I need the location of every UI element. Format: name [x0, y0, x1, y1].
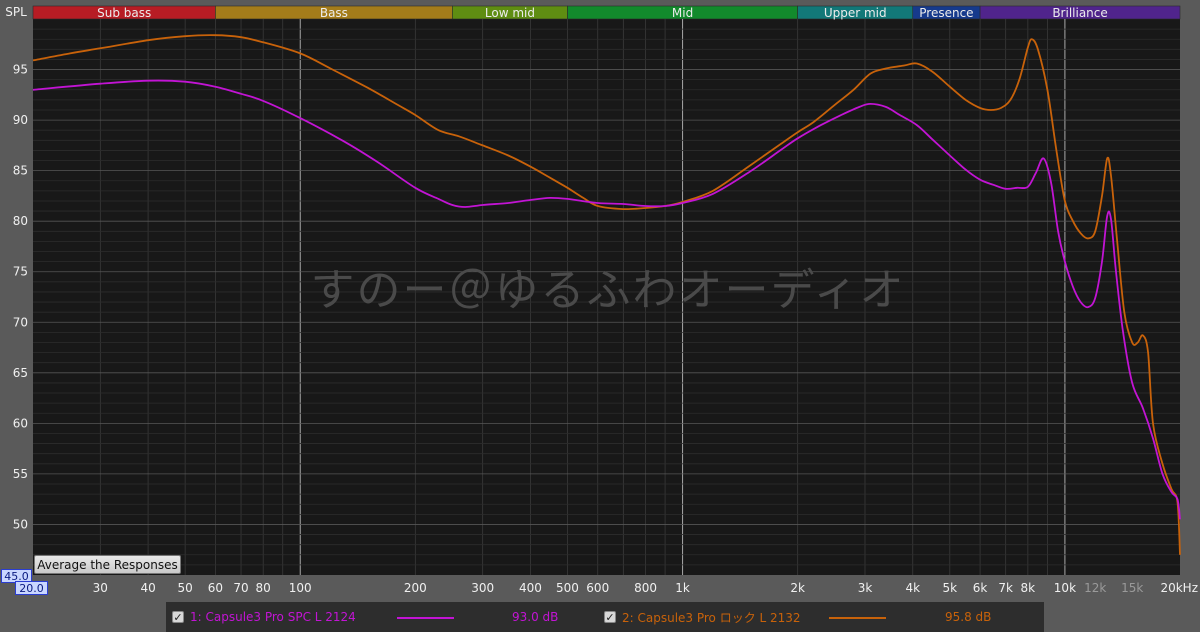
x-tick-2000: 2k — [790, 581, 805, 595]
watermark: すのー＠ゆるふわオーディオ — [311, 265, 906, 316]
x-min-box[interactable]: 20.0 — [15, 581, 48, 595]
average-responses-button[interactable]: Average the Responses — [34, 555, 181, 574]
series-1-line-swatch — [397, 617, 454, 619]
y-tick-65: 65 — [13, 366, 28, 380]
series-1-name: 1: Capsule3 Pro SPC L 2124 — [190, 610, 356, 624]
band-label-0: Sub bass — [97, 6, 151, 20]
y-tick-50: 50 — [13, 517, 28, 531]
y-tick-90: 90 — [13, 113, 28, 127]
x-tick-20000: 20kHz — [1160, 581, 1198, 595]
y-axis-label: SPL — [5, 5, 27, 19]
x-tick-30: 30 — [93, 581, 108, 595]
series-1-level: 93.0 dB — [512, 610, 559, 624]
x-tick-50: 50 — [178, 581, 193, 595]
x-tick-400: 400 — [519, 581, 542, 595]
y-tick-70: 70 — [13, 315, 28, 329]
y-tick-60: 60 — [13, 416, 28, 430]
y-tick-85: 85 — [13, 164, 28, 178]
x-tick-15000: 15k — [1121, 581, 1143, 595]
x-tick-300: 300 — [471, 581, 494, 595]
series-2-checkbox[interactable]: ✓ — [604, 611, 616, 624]
x-tick-40: 40 — [140, 581, 155, 595]
x-tick-3000: 3k — [858, 581, 873, 595]
x-axis-ticks: 30 40 50 60 70 80 100 200 300 400 500 600 800 1k 2k 3k 4… — [93, 581, 1198, 595]
y-tick-55: 55 — [13, 467, 28, 481]
band-label-2: Low mid — [485, 6, 535, 20]
legend-item-2[interactable]: ✓ 2: Capsule3 Pro ロック L 2132 — [604, 602, 801, 632]
x-tick-600: 600 — [586, 581, 609, 595]
frequency-response-chart: Sub bass Bass Low mid Mid Upper mid Presence B… — [0, 0, 1200, 632]
series-1-checkbox[interactable]: ✓ — [172, 611, 184, 624]
x-tick-12000: 12k — [1084, 581, 1106, 595]
x-tick-800: 800 — [634, 581, 657, 595]
series-2-line-swatch — [829, 617, 886, 619]
x-tick-10000: 10k — [1054, 581, 1076, 595]
legend-bar: ✓ 1: Capsule3 Pro SPC L 2124 93.0 dB ✓ 2… — [166, 602, 1044, 632]
y-tick-75: 75 — [13, 265, 28, 279]
x-tick-1000: 1k — [675, 581, 690, 595]
band-label-3: Mid — [672, 6, 693, 20]
x-tick-70: 70 — [233, 581, 248, 595]
x-tick-80: 80 — [256, 581, 271, 595]
y-tick-95: 95 — [13, 63, 28, 77]
x-tick-500: 500 — [556, 581, 579, 595]
legend-item-1[interactable]: ✓ 1: Capsule3 Pro SPC L 2124 — [172, 602, 356, 632]
series-2-name: 2: Capsule3 Pro ロック L 2132 — [622, 610, 801, 625]
x-tick-5000: 5k — [943, 581, 958, 595]
x-tick-7000: 7k — [998, 581, 1013, 595]
x-tick-100: 100 — [289, 581, 312, 595]
band-label-1: Bass — [320, 6, 348, 20]
y-tick-80: 80 — [13, 214, 28, 228]
x-tick-60: 60 — [208, 581, 223, 595]
band-label-4: Upper mid — [824, 6, 887, 20]
x-tick-4000: 4k — [905, 581, 920, 595]
x-tick-8000: 8k — [1021, 581, 1036, 595]
x-tick-6000: 6k — [973, 581, 988, 595]
frequency-bands: Sub bass Bass Low mid Mid Upper mid Presence B… — [32, 5, 1181, 20]
band-label-5: Presence — [919, 6, 973, 20]
x-tick-200: 200 — [404, 581, 427, 595]
series-2-level: 95.8 dB — [945, 610, 992, 624]
band-label-6: Brilliance — [1052, 6, 1107, 20]
